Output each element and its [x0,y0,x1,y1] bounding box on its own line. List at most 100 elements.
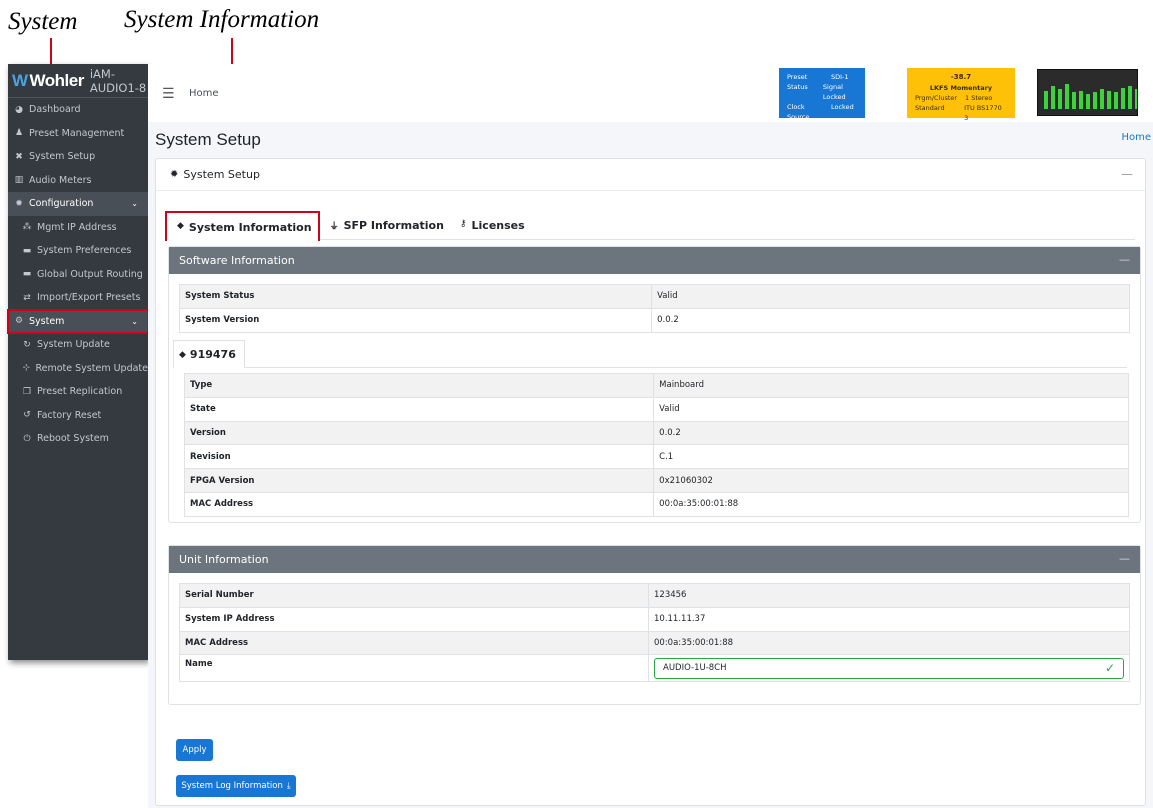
keyboard-icon: ▬ [22,269,32,280]
table-key: Type [183,373,655,398]
collapse-icon[interactable]: — [1121,167,1133,181]
sidebar-item-audio-meters[interactable]: ▥ Audio Meters [8,169,148,193]
tag-icon: ◆ [179,349,186,360]
meter-bar [1100,89,1104,109]
sidebar-item-preset-management[interactable]: ♟ Preset Management [8,122,148,146]
page-title: System Setup [155,130,261,149]
table-key: Revision [183,444,655,470]
sidebar-item-remote-system-update[interactable]: ⊹ Remote System Update [8,357,148,381]
status-value: Signal Locked [822,83,846,102]
table-row: State Valid [183,396,1129,422]
sidebar-item-system-setup[interactable]: ✖ System Setup [8,145,148,169]
chart-icon: ▥ [14,175,24,186]
status-label: Preset [787,73,808,81]
loudness-value: -38.7 [950,73,972,81]
gear-icon: ✹ [15,198,23,209]
tab-module-919476[interactable]: ◆ 919476 [173,340,245,368]
sidebar-item-system-update[interactable]: ↻ System Update [8,333,148,357]
chevron-down-icon: ⌄ [131,199,138,209]
table-value: 0x21060302 [653,468,1129,493]
loudness-status-box[interactable]: -38.7 LKFS Momentary Prgm/Cluster 1 Stere… [907,68,1015,122]
sidebar-item-factory-reset[interactable]: ↺ Factory Reset [8,404,148,428]
breadcrumb-home[interactable]: Home [1121,132,1151,143]
meter-bar [1114,92,1118,109]
meter-bar [1072,92,1076,109]
status-label: Prgm/Cluster [915,93,958,102]
collapse-icon[interactable]: — [1119,253,1130,266]
table-value: Valid [653,396,1129,422]
meter-bar [1044,91,1048,109]
system-log-button[interactable]: System Log Information ⤓ [176,775,296,797]
table-key: MAC Address [183,491,655,517]
card-header: ✹ System Setup [156,159,1145,191]
sidebar: W Wohler iAM-AUDIO1-8 ◕ Dashboard ♟ Preset … [7,64,149,660]
panel-header: Unit Information [169,546,1140,573]
table-row: System Version 0.0.2 [178,307,1130,333]
table-row: Revision C.1 [183,444,1129,470]
name-input[interactable]: AUDIO-1U-8CH ✓ [654,657,1124,679]
collapse-icon[interactable]: — [1119,552,1130,565]
sync-icon: ↻ [23,339,31,350]
sidebar-item-reboot-system[interactable]: ⏻ Reboot System [8,427,148,451]
gear-icon: ✹ [170,169,179,180]
brand-logo[interactable]: W Wohler [12,71,84,91]
software-information-panel: Software Information — System Status Vali… [168,246,1141,523]
network-wired-icon: ⊹ [22,363,30,374]
tab-licenses[interactable]: ⚷ Licenses [450,211,531,239]
status-value: Locked [831,103,854,112]
table-value: AUDIO-1U-8CH ✓ [648,654,1130,683]
table-row: Version 0.0.2 [183,420,1129,446]
table-key: System Status [178,284,653,309]
clone-icon: ❐ [22,386,32,397]
callout-system: System [8,8,78,35]
apply-button[interactable]: Apply [176,739,213,761]
meter-bar [1128,86,1132,109]
check-icon: ✓ [1104,661,1115,676]
sidebar-item-system[interactable]: ⚙ System ⌄ [7,308,149,334]
unit-table: Serial Number 123456 System IP Address 10.… [179,583,1130,683]
sidebar-item-dashboard[interactable]: ◕ Dashboard [8,98,148,122]
module-table: Type Mainboard State Valid Version 0.0.2 Re… [183,373,1129,517]
chevron-down-icon: ⌄ [131,316,138,326]
exchange-icon: ⇄ [23,292,31,303]
sidebar-item-system-preferences[interactable]: ▬ System Preferences [8,239,148,263]
sidebar-item-global-output-routing[interactable]: ▬ Global Output Routing [8,263,148,287]
meter-bar [1065,84,1069,109]
hamburger-icon[interactable]: ☰ [162,86,175,102]
loudness-mode: LKFS Momentary [929,83,993,92]
top-navbar: ☰ Home Preset SDI-1 Status Signal Locked C… [148,64,1153,122]
signal-status-box[interactable]: Preset SDI-1 Status Signal Locked Clock So… [779,68,865,121]
inner-tab-divider [245,367,1127,368]
status-label: Clock Source [787,103,810,122]
software-table: System Status Valid System Version 0.0.2 [178,284,1130,333]
table-value: 123456 [648,583,1130,608]
status-label: Standard [915,103,945,112]
table-value: 0.0.2 [651,307,1130,333]
sidebar-item-preset-replication[interactable]: ❐ Preset Replication [8,380,148,404]
meter-bar [1121,88,1125,109]
table-value: 10.11.11.37 [648,606,1130,632]
power-icon: ⏻ [23,433,31,444]
key-icon: ⚷ [459,219,467,229]
brand: W Wohler iAM-AUDIO1-8 [8,64,148,98]
tab-sfp-information[interactable]: ⏚ SFP Information [320,211,450,239]
system-setup-card: ✹ System Setup — ◆ System Information ⏚ SF… [155,158,1146,806]
sidebar-item-configuration[interactable]: ✹ Configuration ⌄ [8,192,148,216]
table-value: Mainboard [653,373,1129,398]
table-key: MAC Address [179,630,649,656]
sidebar-item-import-export-presets[interactable]: ⇄ Import/Export Presets [8,286,148,310]
table-row: Type Mainboard [183,373,1129,398]
meter-bar [1107,91,1111,109]
network-icon: ⁂ [22,222,32,233]
table-value: C.1 [653,444,1129,470]
tag-icon: ◆ [177,221,184,231]
nav-home-link[interactable]: Home [189,88,219,99]
sidebar-item-mgmt-ip-address[interactable]: ⁂ Mgmt IP Address [8,216,148,240]
table-row: Serial Number 123456 [179,583,1130,608]
tab-system-information[interactable]: ◆ System Information [165,211,320,241]
tab-bar: ◆ System Information ⏚ SFP Information ⚷ Li… [165,211,1135,241]
table-row: MAC Address 00:0a:35:00:01:88 [179,630,1130,656]
keyboard-icon: ▬ [22,245,32,256]
audio-meter-preview[interactable] [1037,69,1138,116]
cogs-icon: ⚙ [14,316,24,327]
